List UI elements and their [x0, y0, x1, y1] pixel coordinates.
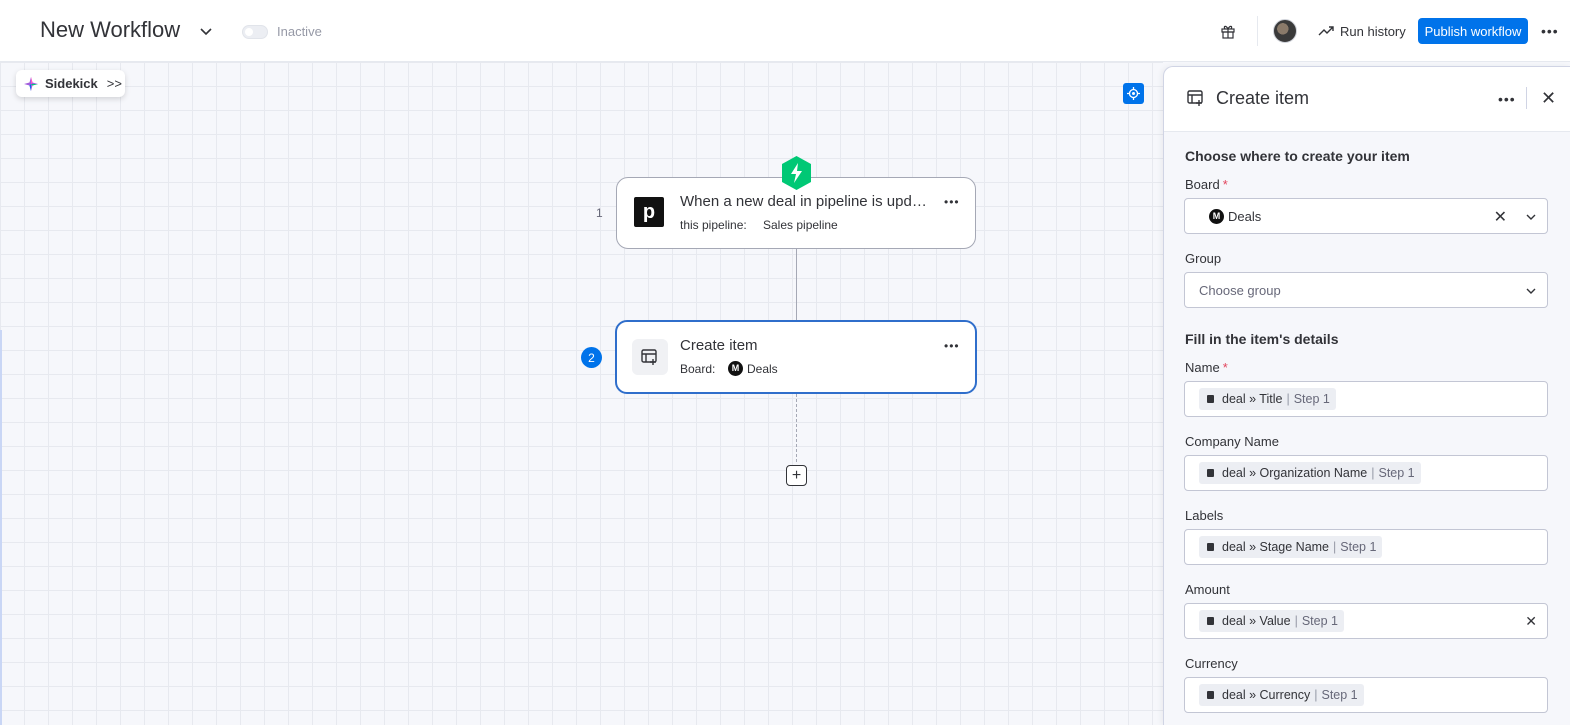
- create-item-icon: [1187, 90, 1203, 106]
- company-name-field[interactable]: deal » Organization Name | Step 1: [1184, 455, 1548, 491]
- panel-divider: [1526, 87, 1527, 109]
- group-select[interactable]: Choose group: [1184, 272, 1548, 308]
- amount-label: Amount: [1185, 582, 1230, 597]
- board-badge: M: [728, 361, 743, 376]
- pipedrive-icon: [1207, 617, 1214, 625]
- publish-workflow-button[interactable]: Publish workflow: [1418, 18, 1528, 44]
- company-name-label: Company Name: [1185, 434, 1279, 449]
- canvas-edge: [0, 330, 2, 725]
- dashed-connector: [796, 394, 797, 462]
- pipedrive-icon: [1207, 691, 1214, 699]
- action-node[interactable]: [615, 320, 977, 394]
- group-placeholder: Choose group: [1199, 282, 1281, 298]
- create-item-panel: Create item ••• ✕ Choose where to create…: [1163, 66, 1570, 725]
- action-title: Create item: [680, 337, 758, 354]
- board-select[interactable]: M Deals ✕: [1184, 198, 1548, 234]
- status-label: Inactive: [277, 24, 322, 39]
- labels-field[interactable]: deal » Stage Name | Step 1: [1184, 529, 1548, 565]
- token-chip[interactable]: deal » Value | Step 1: [1199, 610, 1344, 632]
- trigger-title: When a new deal in pipeline is updated: [680, 193, 932, 210]
- action-sub-label: Board:: [680, 362, 716, 376]
- panel-header: Create item ••• ✕: [1164, 67, 1570, 131]
- sidekick-button[interactable]: Sidekick >>: [16, 70, 125, 97]
- step-number-1: 1: [596, 206, 603, 220]
- close-icon[interactable]: ✕: [1541, 88, 1556, 109]
- pipedrive-icon: [1207, 395, 1214, 403]
- active-toggle[interactable]: [242, 25, 268, 39]
- currency-field[interactable]: deal » Currency | Step 1: [1184, 677, 1548, 713]
- token-chip[interactable]: deal » Title | Step 1: [1199, 388, 1336, 410]
- section-title-location: Choose where to create your item: [1185, 148, 1410, 164]
- action-board-value: Deals: [747, 361, 778, 376]
- board-label: Board *: [1185, 177, 1228, 192]
- workflow-canvas[interactable]: [0, 62, 1163, 725]
- clear-icon[interactable]: ✕: [1494, 207, 1507, 227]
- connector-line: [796, 249, 797, 320]
- labels-label: Labels: [1185, 508, 1224, 523]
- pipedrive-icon: [1207, 543, 1214, 551]
- chevron-down-icon[interactable]: [1525, 211, 1537, 223]
- more-icon[interactable]: •••: [944, 339, 960, 353]
- amount-field[interactable]: deal » Value | Step 1 ✕: [1184, 603, 1548, 639]
- section-title-details: Fill in the item's details: [1185, 331, 1339, 347]
- board-value: M Deals: [1209, 208, 1261, 224]
- sidekick-label: Sidekick: [45, 76, 98, 91]
- clear-icon[interactable]: ✕: [1525, 613, 1537, 630]
- avatar[interactable]: [1273, 19, 1297, 43]
- name-label: Name *: [1185, 360, 1228, 375]
- locate-icon[interactable]: [1123, 83, 1144, 104]
- more-icon[interactable]: •••: [944, 195, 960, 209]
- panel-body: Choose where to create your item Board * …: [1164, 131, 1570, 725]
- pipedrive-logo: p: [634, 197, 664, 227]
- panel-title: Create item: [1216, 88, 1310, 108]
- top-header: New Workflow Inactive Run history Publis…: [0, 0, 1570, 62]
- trigger-sub-label: this pipeline:: [680, 218, 747, 232]
- action-board: M Deals: [728, 361, 778, 376]
- token-chip[interactable]: deal » Stage Name | Step 1: [1199, 536, 1383, 558]
- name-field[interactable]: deal » Title | Step 1: [1184, 381, 1548, 417]
- workflow-title[interactable]: New Workflow: [40, 17, 180, 43]
- trigger-sub-value[interactable]: Sales pipeline: [763, 218, 838, 232]
- bolt-icon: [782, 156, 811, 190]
- run-history-button[interactable]: Run history: [1318, 21, 1406, 41]
- more-icon[interactable]: •••: [1498, 91, 1516, 107]
- expand-icon: >>: [106, 76, 122, 91]
- currency-label: Currency: [1185, 656, 1238, 671]
- more-icon[interactable]: •••: [1541, 24, 1559, 38]
- token-chip[interactable]: deal » Organization Name | Step 1: [1199, 462, 1421, 484]
- toggle-knob: [245, 28, 253, 36]
- create-item-icon: [632, 339, 668, 375]
- header-divider: [1257, 16, 1258, 46]
- add-step-button[interactable]: +: [786, 465, 807, 486]
- run-history-label: Run history: [1340, 23, 1406, 39]
- step-number-2: 2: [581, 347, 602, 368]
- pipedrive-icon: [1207, 469, 1214, 477]
- trend-icon: [1318, 26, 1334, 36]
- sidekick-icon: [24, 76, 38, 91]
- chevron-down-icon[interactable]: [1525, 285, 1537, 297]
- gift-icon[interactable]: [1220, 23, 1236, 39]
- token-chip[interactable]: deal » Currency | Step 1: [1199, 684, 1364, 706]
- group-label: Group: [1185, 251, 1222, 266]
- chevron-down-icon[interactable]: [199, 24, 213, 38]
- board-badge: M: [1209, 208, 1224, 224]
